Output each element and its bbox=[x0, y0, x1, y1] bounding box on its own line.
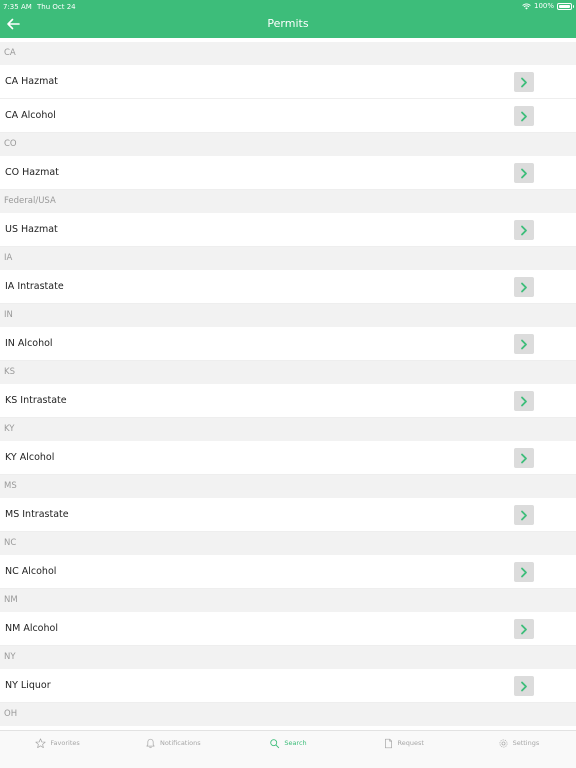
chevron-right-icon bbox=[521, 168, 527, 178]
chevron-right-button[interactable] bbox=[514, 277, 534, 297]
chevron-right-icon bbox=[521, 453, 527, 463]
permit-label: KS Intrastate bbox=[5, 395, 67, 406]
status-time: 7:35 AM bbox=[3, 3, 32, 11]
permit-row[interactable]: CO Hazmat bbox=[0, 156, 576, 190]
tab-label: Request bbox=[397, 739, 424, 747]
chevron-right-icon bbox=[521, 396, 527, 406]
section-header: KY bbox=[0, 418, 576, 441]
permits-list[interactable]: CA CA Hazmat CA Alcohol CO CO Hazmat Federal/… bbox=[0, 42, 576, 730]
nav-header: 7:35 AM Thu Oct 24 100% Permits bbox=[0, 0, 576, 38]
section-header: MS bbox=[0, 475, 576, 498]
chevron-right-button[interactable] bbox=[514, 619, 534, 639]
tab-label: Settings bbox=[512, 739, 540, 747]
section-header: NM bbox=[0, 589, 576, 612]
section-header: CA bbox=[0, 42, 576, 65]
permit-row[interactable]: MS Intrastate bbox=[0, 498, 576, 532]
page-title: Permits bbox=[267, 17, 309, 30]
permit-row[interactable]: KY Alcohol bbox=[0, 441, 576, 475]
permit-label: MS Intrastate bbox=[5, 509, 69, 520]
permit-row[interactable]: NC Alcohol bbox=[0, 555, 576, 589]
search-icon bbox=[270, 738, 280, 748]
chevron-right-icon bbox=[521, 681, 527, 691]
tab-request[interactable]: Request bbox=[346, 731, 461, 768]
chevron-right-icon bbox=[521, 111, 527, 121]
chevron-right-icon bbox=[521, 77, 527, 87]
chevron-right-button[interactable] bbox=[514, 72, 534, 92]
permit-label: IA Intrastate bbox=[5, 281, 64, 292]
tab-search[interactable]: Search bbox=[230, 731, 345, 768]
tab-label: Notifications bbox=[159, 739, 201, 747]
bell-icon bbox=[146, 738, 155, 748]
permit-row[interactable]: CA Hazmat bbox=[0, 65, 576, 99]
tab-settings[interactable]: Settings bbox=[461, 731, 576, 768]
permit-row[interactable]: US Hazmat bbox=[0, 213, 576, 247]
permit-row[interactable]: KS Intrastate bbox=[0, 384, 576, 418]
chevron-right-button[interactable] bbox=[514, 334, 534, 354]
status-indicators: 100% bbox=[522, 2, 574, 10]
wifi-icon bbox=[522, 3, 531, 9]
chevron-right-icon bbox=[521, 567, 527, 577]
permit-row[interactable]: IN Alcohol bbox=[0, 327, 576, 361]
section-header: IN bbox=[0, 304, 576, 327]
section-header: NY bbox=[0, 646, 576, 669]
section-header: KS bbox=[0, 361, 576, 384]
chevron-right-icon bbox=[521, 225, 527, 235]
gear-icon bbox=[499, 739, 508, 747]
permit-row[interactable]: NY Liquor bbox=[0, 669, 576, 703]
chevron-right-button[interactable] bbox=[514, 676, 534, 696]
chevron-right-icon bbox=[521, 282, 527, 292]
permit-row[interactable]: IA Intrastate bbox=[0, 270, 576, 304]
section-header: IA bbox=[0, 247, 576, 270]
chevron-right-button[interactable] bbox=[514, 220, 534, 240]
chevron-right-icon bbox=[521, 339, 527, 349]
chevron-right-button[interactable] bbox=[514, 505, 534, 525]
chevron-right-button[interactable] bbox=[514, 106, 534, 126]
app-root: 7:35 AM Thu Oct 24 100% Permits CA CA Haz… bbox=[0, 0, 576, 768]
chevron-right-button[interactable] bbox=[514, 448, 534, 468]
chevron-right-icon bbox=[521, 624, 527, 634]
star-icon bbox=[35, 737, 46, 748]
permit-row[interactable]: CA Alcohol bbox=[0, 99, 576, 133]
section-header: Federal/USA bbox=[0, 190, 576, 213]
section-header: OH bbox=[0, 703, 576, 726]
permit-label: NY Liquor bbox=[5, 680, 51, 691]
permit-label: IN Alcohol bbox=[5, 338, 53, 349]
tab-label: Search bbox=[284, 739, 307, 747]
permit-label: NM Alcohol bbox=[5, 623, 58, 634]
status-bar: 7:35 AM Thu Oct 24 100% bbox=[0, 0, 576, 14]
section-header: NC bbox=[0, 532, 576, 555]
permit-label: CO Hazmat bbox=[5, 167, 59, 178]
chevron-right-icon bbox=[521, 510, 527, 520]
tab-favorites[interactable]: Favorites bbox=[0, 731, 115, 768]
permit-label: CA Hazmat bbox=[5, 76, 58, 87]
section-header: CO bbox=[0, 133, 576, 156]
permit-label: US Hazmat bbox=[5, 224, 58, 235]
permit-label: KY Alcohol bbox=[5, 452, 55, 463]
chevron-right-button[interactable] bbox=[514, 562, 534, 582]
chevron-right-button[interactable] bbox=[514, 163, 534, 183]
status-date: Thu Oct 24 bbox=[37, 3, 76, 11]
permit-label: CA Alcohol bbox=[5, 110, 56, 121]
permit-row[interactable]: NM Alcohol bbox=[0, 612, 576, 646]
permit-label: NC Alcohol bbox=[5, 566, 57, 577]
tab-label: Favorites bbox=[50, 739, 80, 747]
document-icon bbox=[384, 738, 392, 748]
chevron-right-button[interactable] bbox=[514, 391, 534, 411]
tab-notifications[interactable]: Notifications bbox=[115, 731, 230, 768]
battery-icon bbox=[557, 2, 574, 10]
tab-bar: Favorites Notifications Search Request Setti… bbox=[0, 730, 576, 768]
battery-percent: 100% bbox=[533, 2, 554, 10]
